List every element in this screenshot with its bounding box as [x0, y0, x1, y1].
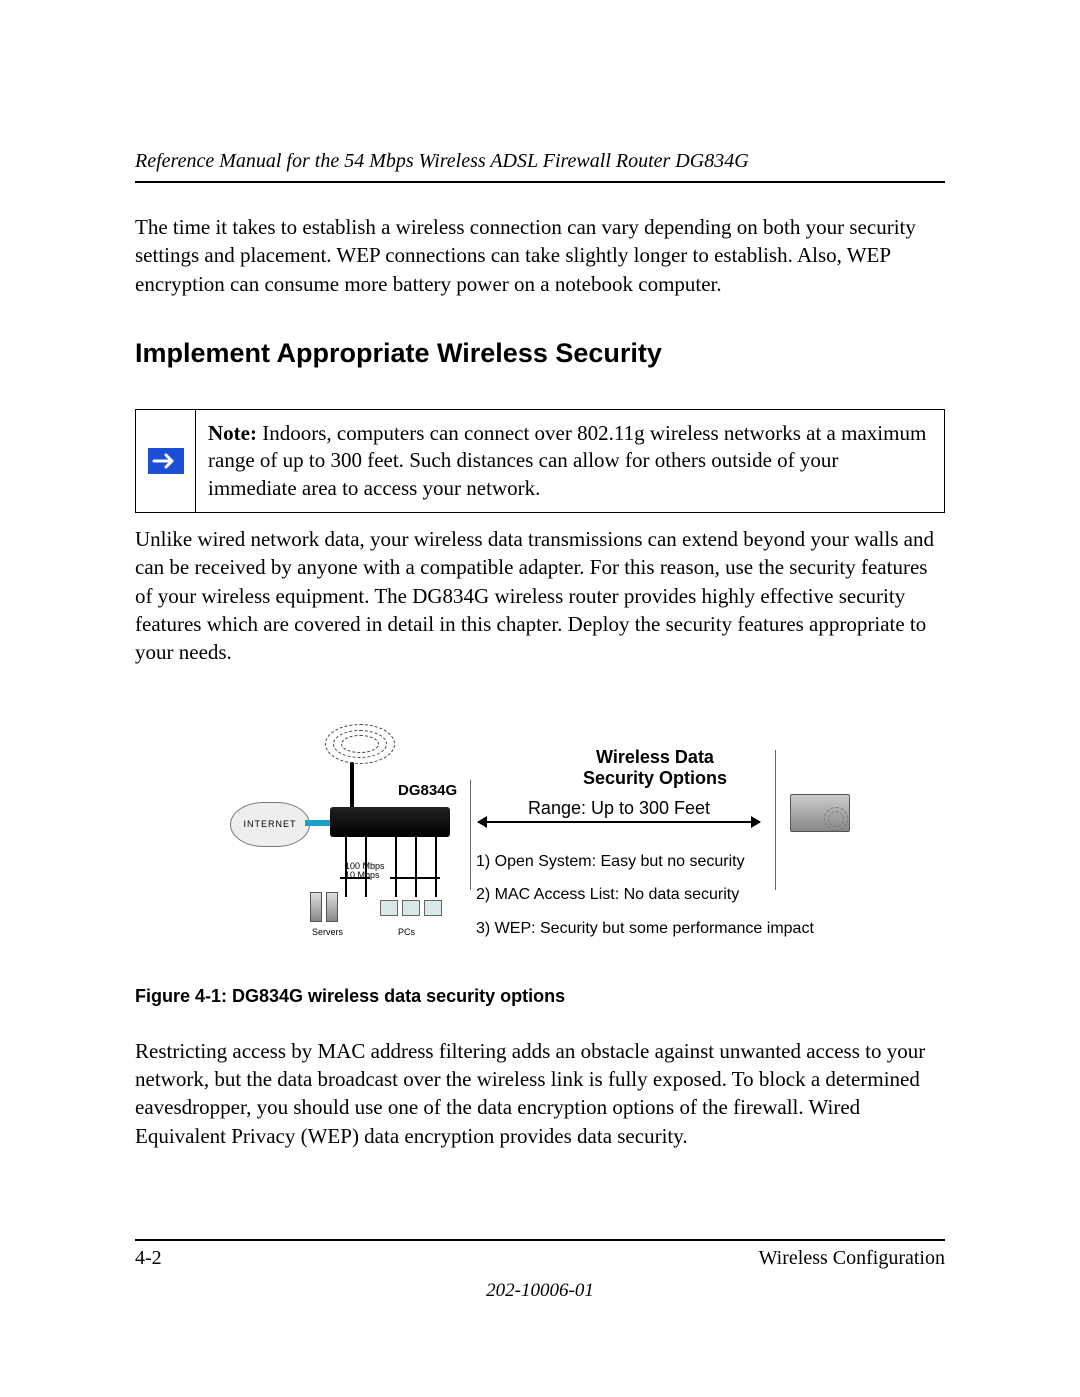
cloud-icon: INTERNET: [230, 802, 310, 847]
figure: DG834G INTERNET 100 Mbps 10 Mbps Servers…: [240, 722, 840, 946]
footer-rule: [135, 1239, 945, 1241]
speed-labels: 100 Mbps 10 Mbps: [345, 862, 385, 880]
option-item: 3) WEP: Security but some performance im…: [476, 912, 840, 946]
header-rule: [135, 181, 945, 183]
footer-section: Wireless Configuration: [759, 1247, 945, 1270]
range-text: Range: Up to 300 Feet: [470, 798, 768, 819]
range-arrow-icon: [478, 821, 760, 823]
note-text: Note: Indoors, computers can connect ove…: [196, 410, 944, 512]
servers-label: Servers: [312, 927, 343, 937]
page: Reference Manual for the 54 Mbps Wireles…: [0, 0, 1080, 1397]
note-label: Note:: [208, 421, 257, 445]
page-number: 4-2: [135, 1247, 162, 1270]
pcs-icon: [380, 900, 442, 916]
closing-paragraph: Restricting access by MAC address filter…: [135, 1037, 945, 1150]
options-title: Wireless Data Security Options: [470, 747, 840, 790]
doc-number: 202-10006-01: [135, 1280, 945, 1302]
page-footer: 4-2 Wireless Configuration 202-10006-01: [135, 1239, 945, 1302]
figure-caption: Figure 4-1: DG834G wireless data securit…: [135, 986, 945, 1007]
option-item: 1) Open System: Easy but no security: [476, 845, 840, 879]
option-item: 2) MAC Access List: No data security: [476, 878, 840, 912]
pcs-label: PCs: [398, 927, 415, 937]
router-icon: [330, 807, 450, 837]
servers-icon: [310, 892, 338, 922]
speed-10: 10 Mbps: [345, 871, 385, 880]
note-box: Note: Indoors, computers can connect ove…: [135, 409, 945, 513]
arrow-right-icon: [148, 448, 184, 474]
running-header: Reference Manual for the 54 Mbps Wireles…: [135, 150, 945, 173]
radio-waves-icon: [325, 724, 395, 764]
antenna-icon: [350, 762, 354, 812]
options-block: Wireless Data Security Options Range: Up…: [470, 722, 840, 946]
laptop-waves-icon: [824, 807, 848, 831]
note-icon-cell: [136, 410, 196, 512]
options-title-l1: Wireless Data: [596, 747, 714, 767]
router-label: DG834G: [398, 782, 457, 799]
section-heading: Implement Appropriate Wireless Security: [135, 338, 945, 369]
options-list: 1) Open System: Easy but no security 2) …: [470, 845, 840, 946]
range-bound-left-icon: [470, 780, 471, 890]
intro-paragraph: The time it takes to establish a wireles…: [135, 213, 945, 298]
options-title-l2: Security Options: [583, 768, 727, 788]
range-bound-right-icon: [775, 750, 776, 890]
after-note-paragraph: Unlike wired network data, your wireless…: [135, 525, 945, 667]
